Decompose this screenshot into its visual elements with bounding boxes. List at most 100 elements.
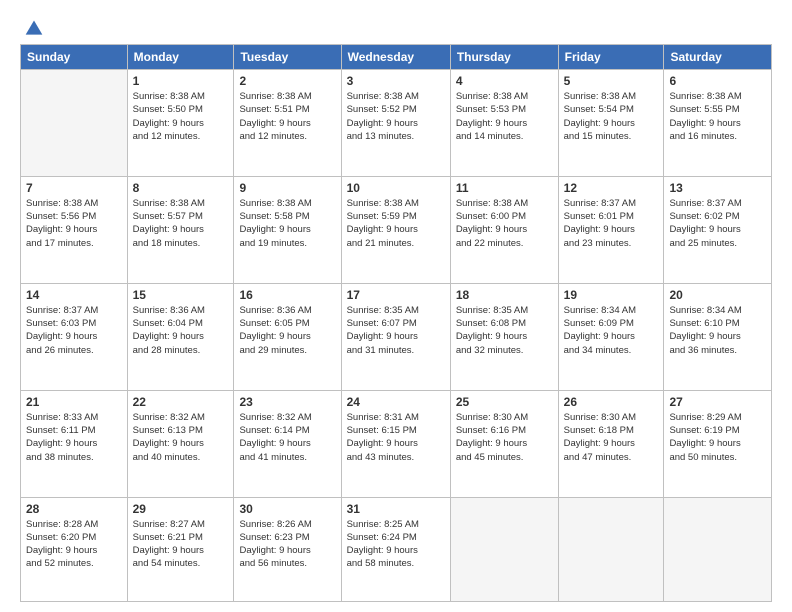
calendar-cell: 26 Sunrise: 8:30 AMSunset: 6:18 PMDaylig…: [558, 390, 664, 497]
day-number: 11: [456, 181, 553, 195]
week-row-5: 28 Sunrise: 8:28 AMSunset: 6:20 PMDaylig…: [21, 497, 772, 602]
week-row-3: 14 Sunrise: 8:37 AMSunset: 6:03 PMDaylig…: [21, 283, 772, 390]
day-info: Sunrise: 8:26 AMSunset: 6:23 PMDaylight:…: [239, 518, 335, 571]
day-info: Sunrise: 8:25 AMSunset: 6:24 PMDaylight:…: [347, 518, 445, 571]
day-info: Sunrise: 8:37 AMSunset: 6:02 PMDaylight:…: [669, 197, 766, 250]
day-info: Sunrise: 8:30 AMSunset: 6:18 PMDaylight:…: [564, 411, 659, 464]
day-number: 16: [239, 288, 335, 302]
day-info: Sunrise: 8:38 AMSunset: 5:51 PMDaylight:…: [239, 90, 335, 143]
day-info: Sunrise: 8:38 AMSunset: 6:00 PMDaylight:…: [456, 197, 553, 250]
day-info: Sunrise: 8:37 AMSunset: 6:03 PMDaylight:…: [26, 304, 122, 357]
day-number: 26: [564, 395, 659, 409]
calendar-cell: 13 Sunrise: 8:37 AMSunset: 6:02 PMDaylig…: [664, 176, 772, 283]
day-info: Sunrise: 8:36 AMSunset: 6:05 PMDaylight:…: [239, 304, 335, 357]
day-info: Sunrise: 8:29 AMSunset: 6:19 PMDaylight:…: [669, 411, 766, 464]
calendar-cell: 10 Sunrise: 8:38 AMSunset: 5:59 PMDaylig…: [341, 176, 450, 283]
calendar-cell: 16 Sunrise: 8:36 AMSunset: 6:05 PMDaylig…: [234, 283, 341, 390]
calendar-cell: 14 Sunrise: 8:37 AMSunset: 6:03 PMDaylig…: [21, 283, 128, 390]
calendar-cell: 18 Sunrise: 8:35 AMSunset: 6:08 PMDaylig…: [450, 283, 558, 390]
day-number: 29: [133, 502, 229, 516]
day-number: 14: [26, 288, 122, 302]
calendar-cell: 11 Sunrise: 8:38 AMSunset: 6:00 PMDaylig…: [450, 176, 558, 283]
calendar-cell: 25 Sunrise: 8:30 AMSunset: 6:16 PMDaylig…: [450, 390, 558, 497]
calendar-cell: 22 Sunrise: 8:32 AMSunset: 6:13 PMDaylig…: [127, 390, 234, 497]
day-number: 20: [669, 288, 766, 302]
day-number: 6: [669, 74, 766, 88]
calendar-cell: 30 Sunrise: 8:26 AMSunset: 6:23 PMDaylig…: [234, 497, 341, 602]
week-row-1: 1 Sunrise: 8:38 AMSunset: 5:50 PMDayligh…: [21, 70, 772, 177]
day-number: 7: [26, 181, 122, 195]
calendar-cell: 21 Sunrise: 8:33 AMSunset: 6:11 PMDaylig…: [21, 390, 128, 497]
day-info: Sunrise: 8:34 AMSunset: 6:10 PMDaylight:…: [669, 304, 766, 357]
calendar-cell: 5 Sunrise: 8:38 AMSunset: 5:54 PMDayligh…: [558, 70, 664, 177]
logo-icon: [24, 18, 44, 38]
col-sunday: Sunday: [21, 45, 128, 70]
day-number: 18: [456, 288, 553, 302]
calendar-cell: 12 Sunrise: 8:37 AMSunset: 6:01 PMDaylig…: [558, 176, 664, 283]
day-number: 23: [239, 395, 335, 409]
calendar-cell: 7 Sunrise: 8:38 AMSunset: 5:56 PMDayligh…: [21, 176, 128, 283]
day-info: Sunrise: 8:38 AMSunset: 5:55 PMDaylight:…: [669, 90, 766, 143]
day-info: Sunrise: 8:37 AMSunset: 6:01 PMDaylight:…: [564, 197, 659, 250]
calendar-cell: 3 Sunrise: 8:38 AMSunset: 5:52 PMDayligh…: [341, 70, 450, 177]
header: [20, 18, 772, 34]
day-number: 25: [456, 395, 553, 409]
day-info: Sunrise: 8:38 AMSunset: 5:54 PMDaylight:…: [564, 90, 659, 143]
day-info: Sunrise: 8:38 AMSunset: 5:58 PMDaylight:…: [239, 197, 335, 250]
calendar-cell: 17 Sunrise: 8:35 AMSunset: 6:07 PMDaylig…: [341, 283, 450, 390]
calendar-cell: 20 Sunrise: 8:34 AMSunset: 6:10 PMDaylig…: [664, 283, 772, 390]
col-wednesday: Wednesday: [341, 45, 450, 70]
day-info: Sunrise: 8:35 AMSunset: 6:08 PMDaylight:…: [456, 304, 553, 357]
day-number: 30: [239, 502, 335, 516]
day-info: Sunrise: 8:28 AMSunset: 6:20 PMDaylight:…: [26, 518, 122, 571]
calendar-cell: 15 Sunrise: 8:36 AMSunset: 6:04 PMDaylig…: [127, 283, 234, 390]
week-row-2: 7 Sunrise: 8:38 AMSunset: 5:56 PMDayligh…: [21, 176, 772, 283]
day-number: 8: [133, 181, 229, 195]
day-info: Sunrise: 8:31 AMSunset: 6:15 PMDaylight:…: [347, 411, 445, 464]
day-info: Sunrise: 8:33 AMSunset: 6:11 PMDaylight:…: [26, 411, 122, 464]
day-number: 2: [239, 74, 335, 88]
calendar-cell: [450, 497, 558, 602]
col-monday: Monday: [127, 45, 234, 70]
calendar-cell: 24 Sunrise: 8:31 AMSunset: 6:15 PMDaylig…: [341, 390, 450, 497]
day-info: Sunrise: 8:30 AMSunset: 6:16 PMDaylight:…: [456, 411, 553, 464]
calendar-cell: [21, 70, 128, 177]
calendar-cell: 2 Sunrise: 8:38 AMSunset: 5:51 PMDayligh…: [234, 70, 341, 177]
day-number: 28: [26, 502, 122, 516]
day-info: Sunrise: 8:32 AMSunset: 6:13 PMDaylight:…: [133, 411, 229, 464]
day-number: 12: [564, 181, 659, 195]
day-number: 9: [239, 181, 335, 195]
day-info: Sunrise: 8:32 AMSunset: 6:14 PMDaylight:…: [239, 411, 335, 464]
day-info: Sunrise: 8:38 AMSunset: 5:59 PMDaylight:…: [347, 197, 445, 250]
day-number: 1: [133, 74, 229, 88]
calendar-cell: 9 Sunrise: 8:38 AMSunset: 5:58 PMDayligh…: [234, 176, 341, 283]
calendar-cell: 27 Sunrise: 8:29 AMSunset: 6:19 PMDaylig…: [664, 390, 772, 497]
day-number: 10: [347, 181, 445, 195]
calendar-cell: 31 Sunrise: 8:25 AMSunset: 6:24 PMDaylig…: [341, 497, 450, 602]
day-number: 27: [669, 395, 766, 409]
col-saturday: Saturday: [664, 45, 772, 70]
day-number: 24: [347, 395, 445, 409]
calendar-cell: 4 Sunrise: 8:38 AMSunset: 5:53 PMDayligh…: [450, 70, 558, 177]
calendar-cell: 28 Sunrise: 8:28 AMSunset: 6:20 PMDaylig…: [21, 497, 128, 602]
header-row: Sunday Monday Tuesday Wednesday Thursday…: [21, 45, 772, 70]
day-number: 21: [26, 395, 122, 409]
day-info: Sunrise: 8:36 AMSunset: 6:04 PMDaylight:…: [133, 304, 229, 357]
calendar-cell: 6 Sunrise: 8:38 AMSunset: 5:55 PMDayligh…: [664, 70, 772, 177]
calendar-body: 1 Sunrise: 8:38 AMSunset: 5:50 PMDayligh…: [21, 70, 772, 602]
col-tuesday: Tuesday: [234, 45, 341, 70]
calendar-cell: 8 Sunrise: 8:38 AMSunset: 5:57 PMDayligh…: [127, 176, 234, 283]
day-number: 13: [669, 181, 766, 195]
calendar-cell: [558, 497, 664, 602]
calendar-cell: 19 Sunrise: 8:34 AMSunset: 6:09 PMDaylig…: [558, 283, 664, 390]
day-info: Sunrise: 8:38 AMSunset: 5:57 PMDaylight:…: [133, 197, 229, 250]
calendar-cell: [664, 497, 772, 602]
calendar-table: Sunday Monday Tuesday Wednesday Thursday…: [20, 44, 772, 602]
day-number: 5: [564, 74, 659, 88]
page: Sunday Monday Tuesday Wednesday Thursday…: [0, 0, 792, 612]
calendar-cell: 23 Sunrise: 8:32 AMSunset: 6:14 PMDaylig…: [234, 390, 341, 497]
day-info: Sunrise: 8:35 AMSunset: 6:07 PMDaylight:…: [347, 304, 445, 357]
day-info: Sunrise: 8:38 AMSunset: 5:52 PMDaylight:…: [347, 90, 445, 143]
day-number: 19: [564, 288, 659, 302]
day-number: 31: [347, 502, 445, 516]
